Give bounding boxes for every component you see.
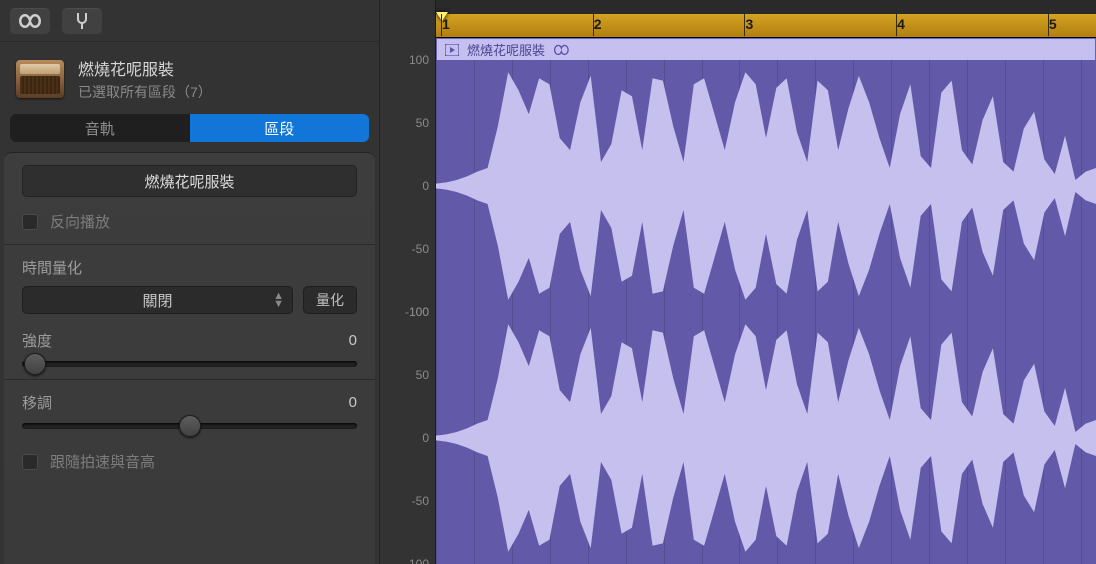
clip-name: 燃燒花呢服裝 xyxy=(467,40,545,59)
tuning-fork-button[interactable] xyxy=(62,8,102,34)
amp-tick: 50 xyxy=(416,116,429,130)
loop-toggle-button[interactable] xyxy=(10,8,50,34)
section-time-quantize: 時間量化 關閉 ▲▼ 量化 強度 0 xyxy=(4,245,375,380)
inspector-panel: 燃燒花呢服裝 已選取所有區段（7） 音軌 區段 燃燒花呢服裝 反向播放 時間量化… xyxy=(0,0,380,564)
ruler-fill xyxy=(436,14,1096,37)
waveform-channel-left xyxy=(436,60,1096,312)
clip-header[interactable]: 燃燒花呢服裝 xyxy=(436,38,1096,60)
app-root: 燃燒花呢服裝 已選取所有區段（7） 音軌 區段 燃燒花呢服裝 反向播放 時間量化… xyxy=(0,0,1096,564)
follow-tempo-pitch-checkbox[interactable] xyxy=(22,454,38,470)
amp-tick: -50 xyxy=(412,494,429,508)
editor-area: 100500-50-100100500-50-100 12345 燃燒花呢服裝 xyxy=(380,0,1096,564)
amp-tick: -100 xyxy=(405,557,429,564)
chevron-updown-icon: ▲▼ xyxy=(273,292,284,308)
amp-tick: 0 xyxy=(422,179,429,193)
reverse-checkbox[interactable] xyxy=(22,214,38,230)
quantize-button[interactable]: 量化 xyxy=(303,286,357,314)
loop-icon xyxy=(553,44,569,56)
follow-tempo-pitch-label: 跟隨拍速與音高 xyxy=(50,451,155,472)
play-icon xyxy=(445,44,459,56)
track-header: 燃燒花呢服裝 已選取所有區段（7） xyxy=(0,42,379,112)
strength-label: 強度 xyxy=(22,330,52,351)
ruler-bar-number: 1 xyxy=(442,16,450,32)
track-name: 燃燒花呢服裝 xyxy=(78,56,212,80)
strength-value: 0 xyxy=(349,332,357,349)
tab-region[interactable]: 區段 xyxy=(190,114,370,142)
amp-tick: 50 xyxy=(416,368,429,382)
transpose-label: 移調 xyxy=(22,392,52,413)
tab-track[interactable]: 音軌 xyxy=(10,114,190,142)
transpose-value: 0 xyxy=(349,394,357,411)
time-quantize-label: 時間量化 xyxy=(22,257,357,278)
reverse-playback-row[interactable]: 反向播放 xyxy=(22,211,357,232)
reverse-label: 反向播放 xyxy=(50,211,110,232)
region-inspector-body: 燃燒花呢服裝 反向播放 時間量化 關閉 ▲▼ 量化 強度 0 xyxy=(4,152,375,564)
region-name-field[interactable]: 燃燒花呢服裝 xyxy=(22,165,357,197)
strength-slider[interactable] xyxy=(22,361,357,367)
inspector-tabs: 音軌 區段 xyxy=(0,112,379,152)
top-toolbar xyxy=(0,0,379,42)
selection-subtitle: 已選取所有區段（7） xyxy=(78,82,212,102)
transpose-slider[interactable] xyxy=(22,423,357,429)
time-quantize-value: 關閉 xyxy=(142,290,172,311)
waveform-channel-right xyxy=(436,312,1096,564)
track-header-text: 燃燒花呢服裝 已選取所有區段（7） xyxy=(78,56,212,102)
amplitude-axis: 100500-50-100100500-50-100 xyxy=(380,0,436,564)
amp-tick: 100 xyxy=(409,53,429,67)
ruler-bar-number: 3 xyxy=(745,16,753,32)
waveform-area[interactable] xyxy=(436,60,1096,564)
section-name-reverse: 燃燒花呢服裝 反向播放 xyxy=(4,153,375,245)
amp-tick: -50 xyxy=(412,242,429,256)
ruler-bar-number: 4 xyxy=(897,16,905,32)
bar-ruler[interactable]: 1 2 3 4 5 xyxy=(436,0,1096,38)
timeline: 1 2 3 4 5 燃燒花呢服裝 xyxy=(436,0,1096,564)
ruler-bar-number: 2 xyxy=(594,16,602,32)
section-transpose: 移調 0 跟隨拍速與音高 xyxy=(4,380,375,484)
time-quantize-select[interactable]: 關閉 ▲▼ xyxy=(22,286,293,314)
amp-tick: 0 xyxy=(422,431,429,445)
ruler-bar-number: 5 xyxy=(1049,16,1057,32)
amp-tick: 100 xyxy=(409,305,429,319)
track-thumbnail xyxy=(16,60,64,98)
